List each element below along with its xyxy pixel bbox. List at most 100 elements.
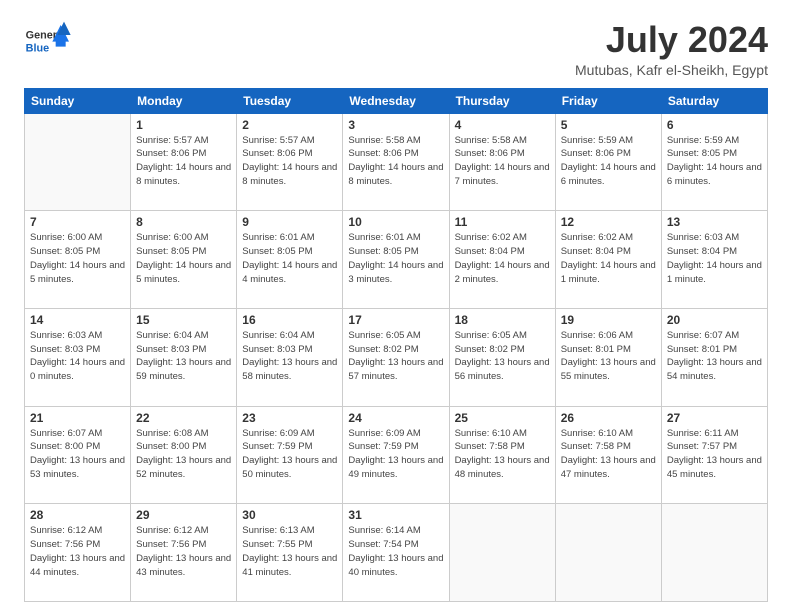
calendar-cell: 15 Sunrise: 6:04 AMSunset: 8:03 PMDayligh… xyxy=(131,308,237,406)
day-number: 5 xyxy=(561,118,656,132)
calendar-cell: 17 Sunrise: 6:05 AMSunset: 8:02 PMDayligh… xyxy=(343,308,449,406)
day-header-tuesday: Tuesday xyxy=(237,88,343,113)
day-number: 25 xyxy=(455,411,550,425)
calendar-cell: 10 Sunrise: 6:01 AMSunset: 8:05 PMDayligh… xyxy=(343,211,449,309)
calendar-cell: 24 Sunrise: 6:09 AMSunset: 7:59 PMDayligh… xyxy=(343,406,449,504)
day-number: 11 xyxy=(455,215,550,229)
header-row: SundayMondayTuesdayWednesdayThursdayFrid… xyxy=(25,88,768,113)
calendar-cell: 2 Sunrise: 5:57 AMSunset: 8:06 PMDaylight… xyxy=(237,113,343,211)
header: General Blue July 2024 Mutubas, Kafr el-… xyxy=(24,20,768,78)
calendar-cell xyxy=(661,504,767,602)
day-header-wednesday: Wednesday xyxy=(343,88,449,113)
week-row-2: 7Sunrise: 6:00 AMSunset: 8:05 PMDaylight… xyxy=(25,211,768,309)
day-info: Sunrise: 6:04 AMSunset: 8:03 PMDaylight:… xyxy=(242,329,337,384)
day-info: Sunrise: 5:59 AMSunset: 8:05 PMDaylight:… xyxy=(667,134,762,189)
day-number: 23 xyxy=(242,411,337,425)
day-number: 24 xyxy=(348,411,443,425)
calendar-cell: 12 Sunrise: 6:02 AMSunset: 8:04 PMDayligh… xyxy=(555,211,661,309)
calendar-body: 1 Sunrise: 5:57 AMSunset: 8:06 PMDaylight… xyxy=(25,113,768,601)
week-row-5: 28 Sunrise: 6:12 AMSunset: 7:56 PMDayligh… xyxy=(25,504,768,602)
calendar-cell: 18 Sunrise: 6:05 AMSunset: 8:02 PMDayligh… xyxy=(449,308,555,406)
day-header-monday: Monday xyxy=(131,88,237,113)
calendar-cell: 19 Sunrise: 6:06 AMSunset: 8:01 PMDayligh… xyxy=(555,308,661,406)
day-info: Sunrise: 6:08 AMSunset: 8:00 PMDaylight:… xyxy=(136,427,231,482)
day-header-sunday: Sunday xyxy=(25,88,131,113)
day-info: Sunrise: 6:09 AMSunset: 7:59 PMDaylight:… xyxy=(348,427,443,482)
calendar-cell: 14 Sunrise: 6:03 AMSunset: 8:03 PMDayligh… xyxy=(25,308,131,406)
day-number: 4 xyxy=(455,118,550,132)
logo: General Blue xyxy=(24,20,74,60)
calendar-cell: 5 Sunrise: 5:59 AMSunset: 8:06 PMDaylight… xyxy=(555,113,661,211)
day-info: Sunrise: 6:02 AMSunset: 8:04 PMDaylight:… xyxy=(455,231,550,286)
day-info: Sunrise: 5:58 AMSunset: 8:06 PMDaylight:… xyxy=(348,134,443,189)
month-title: July 2024 xyxy=(575,20,768,60)
day-number: 19 xyxy=(561,313,656,327)
day-number: 3 xyxy=(348,118,443,132)
calendar-cell: 3 Sunrise: 5:58 AMSunset: 8:06 PMDaylight… xyxy=(343,113,449,211)
day-number: 13 xyxy=(667,215,762,229)
day-number: 30 xyxy=(242,508,337,522)
day-number: 27 xyxy=(667,411,762,425)
calendar-cell: 7Sunrise: 6:00 AMSunset: 8:05 PMDaylight… xyxy=(25,211,131,309)
day-info: Sunrise: 6:04 AMSunset: 8:03 PMDaylight:… xyxy=(136,329,231,384)
day-number: 8 xyxy=(136,215,231,229)
calendar-cell: 31 Sunrise: 6:14 AMSunset: 7:54 PMDayligh… xyxy=(343,504,449,602)
day-info: Sunrise: 5:57 AMSunset: 8:06 PMDaylight:… xyxy=(242,134,337,189)
day-info: Sunrise: 6:00 AMSunset: 8:05 PMDaylight:… xyxy=(30,231,125,286)
location: Mutubas, Kafr el-Sheikh, Egypt xyxy=(575,62,768,78)
day-info: Sunrise: 6:06 AMSunset: 8:01 PMDaylight:… xyxy=(561,329,656,384)
day-number: 22 xyxy=(136,411,231,425)
day-info: Sunrise: 5:59 AMSunset: 8:06 PMDaylight:… xyxy=(561,134,656,189)
calendar-cell: 16Sunrise: 6:04 AMSunset: 8:03 PMDayligh… xyxy=(237,308,343,406)
day-number: 28 xyxy=(30,508,125,522)
calendar-cell: 8 Sunrise: 6:00 AMSunset: 8:05 PMDaylight… xyxy=(131,211,237,309)
day-number: 14 xyxy=(30,313,125,327)
calendar-cell: 23Sunrise: 6:09 AMSunset: 7:59 PMDayligh… xyxy=(237,406,343,504)
day-number: 20 xyxy=(667,313,762,327)
day-info: Sunrise: 6:00 AMSunset: 8:05 PMDaylight:… xyxy=(136,231,231,286)
day-info: Sunrise: 6:03 AMSunset: 8:04 PMDaylight:… xyxy=(667,231,762,286)
day-number: 2 xyxy=(242,118,337,132)
calendar-cell: 30Sunrise: 6:13 AMSunset: 7:55 PMDayligh… xyxy=(237,504,343,602)
day-header-thursday: Thursday xyxy=(449,88,555,113)
day-number: 31 xyxy=(348,508,443,522)
day-number: 15 xyxy=(136,313,231,327)
calendar-cell: 6 Sunrise: 5:59 AMSunset: 8:05 PMDaylight… xyxy=(661,113,767,211)
day-info: Sunrise: 6:01 AMSunset: 8:05 PMDaylight:… xyxy=(348,231,443,286)
day-info: Sunrise: 6:12 AMSunset: 7:56 PMDaylight:… xyxy=(30,524,125,579)
day-number: 1 xyxy=(136,118,231,132)
calendar-cell: 21Sunrise: 6:07 AMSunset: 8:00 PMDayligh… xyxy=(25,406,131,504)
title-area: July 2024 Mutubas, Kafr el-Sheikh, Egypt xyxy=(575,20,768,78)
day-number: 17 xyxy=(348,313,443,327)
day-info: Sunrise: 6:05 AMSunset: 8:02 PMDaylight:… xyxy=(455,329,550,384)
calendar-cell xyxy=(449,504,555,602)
day-number: 12 xyxy=(561,215,656,229)
calendar-cell: 25Sunrise: 6:10 AMSunset: 7:58 PMDayligh… xyxy=(449,406,555,504)
day-header-saturday: Saturday xyxy=(661,88,767,113)
calendar-cell: 9Sunrise: 6:01 AMSunset: 8:05 PMDaylight… xyxy=(237,211,343,309)
day-number: 18 xyxy=(455,313,550,327)
day-info: Sunrise: 6:03 AMSunset: 8:03 PMDaylight:… xyxy=(30,329,125,384)
day-header-friday: Friday xyxy=(555,88,661,113)
week-row-4: 21Sunrise: 6:07 AMSunset: 8:00 PMDayligh… xyxy=(25,406,768,504)
day-info: Sunrise: 6:07 AMSunset: 8:01 PMDaylight:… xyxy=(667,329,762,384)
calendar-cell: 26Sunrise: 6:10 AMSunset: 7:58 PMDayligh… xyxy=(555,406,661,504)
day-info: Sunrise: 6:05 AMSunset: 8:02 PMDaylight:… xyxy=(348,329,443,384)
logo-icon: General Blue xyxy=(24,20,74,60)
calendar-header: SundayMondayTuesdayWednesdayThursdayFrid… xyxy=(25,88,768,113)
day-info: Sunrise: 6:01 AMSunset: 8:05 PMDaylight:… xyxy=(242,231,337,286)
day-info: Sunrise: 6:14 AMSunset: 7:54 PMDaylight:… xyxy=(348,524,443,579)
calendar-cell: 1Sunrise: 5:57 AMSunset: 8:06 PMDaylight… xyxy=(131,113,237,211)
calendar-cell: 27 Sunrise: 6:11 AMSunset: 7:57 PMDayligh… xyxy=(661,406,767,504)
day-number: 10 xyxy=(348,215,443,229)
day-number: 29 xyxy=(136,508,231,522)
calendar: SundayMondayTuesdayWednesdayThursdayFrid… xyxy=(24,88,768,602)
day-info: Sunrise: 6:10 AMSunset: 7:58 PMDaylight:… xyxy=(561,427,656,482)
calendar-cell xyxy=(25,113,131,211)
day-number: 6 xyxy=(667,118,762,132)
day-info: Sunrise: 6:02 AMSunset: 8:04 PMDaylight:… xyxy=(561,231,656,286)
day-info: Sunrise: 6:12 AMSunset: 7:56 PMDaylight:… xyxy=(136,524,231,579)
calendar-cell: 22 Sunrise: 6:08 AMSunset: 8:00 PMDayligh… xyxy=(131,406,237,504)
calendar-cell: 4Sunrise: 5:58 AMSunset: 8:06 PMDaylight… xyxy=(449,113,555,211)
day-info: Sunrise: 6:11 AMSunset: 7:57 PMDaylight:… xyxy=(667,427,762,482)
